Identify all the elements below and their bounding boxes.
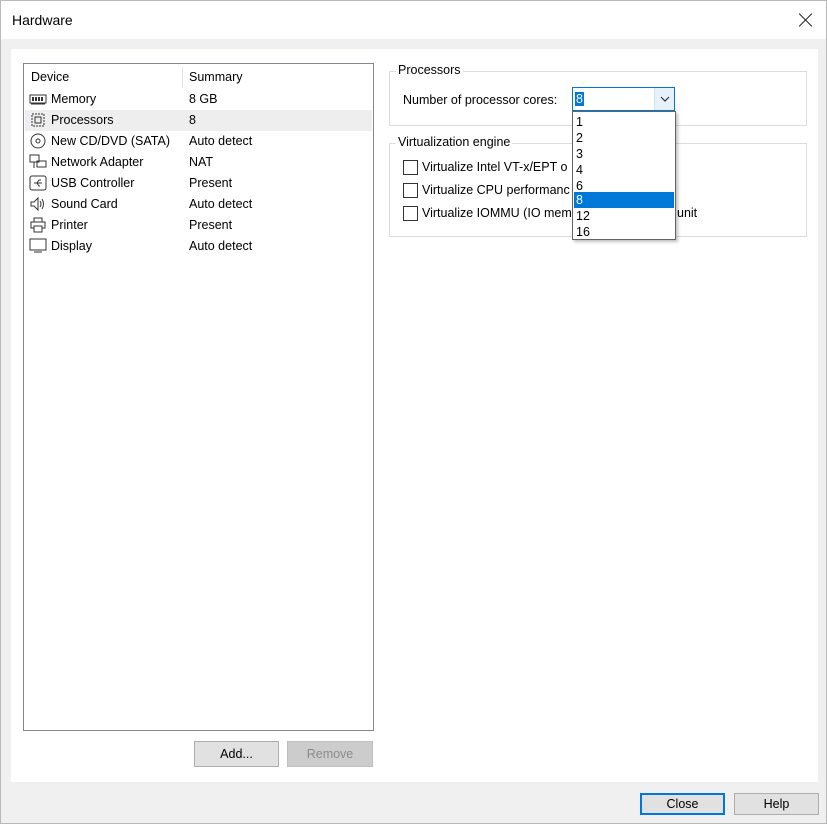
close-button[interactable]: Close	[640, 793, 725, 815]
add-device-button[interactable]: Add...	[194, 741, 279, 767]
virtualization-group-label: Virtualization engine	[396, 135, 513, 149]
device-name: Network Adapter	[51, 155, 144, 169]
device-row-network-adapter[interactable]: Network Adapter NAT	[25, 152, 372, 173]
monitor-icon	[29, 238, 47, 254]
column-header-summary[interactable]: Summary	[189, 70, 242, 84]
device-summary: 8	[189, 113, 196, 127]
device-summary: Present	[189, 218, 233, 232]
device-name: New CD/DVD (SATA)	[51, 134, 170, 148]
device-name: Sound Card	[51, 197, 118, 211]
close-icon[interactable]	[796, 10, 816, 30]
device-summary: Auto detect	[189, 239, 253, 253]
device-row-processors[interactable]: Processors 8	[25, 110, 372, 131]
device-summary: NAT	[189, 155, 214, 169]
device-summary: 8 GB	[189, 92, 218, 106]
cores-option-2[interactable]: 2	[574, 130, 674, 146]
memory-icon	[29, 91, 47, 107]
virtualize-cpu-counters-checkbox[interactable]	[403, 183, 418, 198]
device-list: Device Summary Memory 8 GB Processors 8	[23, 63, 374, 731]
device-summary: Auto detect	[189, 197, 253, 211]
processor-cores-label: Number of processor cores:	[403, 93, 558, 107]
column-separator[interactable]	[182, 67, 183, 88]
device-row-display[interactable]: Display Auto detect	[25, 236, 372, 257]
speaker-icon	[29, 196, 47, 212]
processors-group-label: Processors	[396, 63, 463, 77]
remove-device-button[interactable]: Remove	[287, 741, 373, 767]
device-name: Memory	[51, 92, 97, 106]
virtualize-iommu-checkbox[interactable]	[403, 206, 418, 221]
device-row-cd-dvd[interactable]: New CD/DVD (SATA) Auto detect	[25, 131, 372, 152]
device-name: Printer	[51, 218, 88, 232]
cores-option-12[interactable]: 12	[574, 208, 674, 224]
cd-dvd-icon	[29, 133, 47, 149]
help-button[interactable]: Help	[734, 793, 819, 815]
device-row-usb-controller[interactable]: USB Controller Present	[25, 173, 372, 194]
processor-cores-select[interactable]: 8	[572, 87, 675, 111]
virtualize-iommu-label: Virtualize IOMMU (IO mem	[422, 206, 572, 220]
processor-cores-dropdown: 1 2 3 4 6 8 12 16	[572, 111, 676, 240]
window-title: Hardware	[12, 12, 73, 28]
cores-option-1[interactable]: 1	[574, 114, 674, 130]
title-bar: Hardware	[1, 1, 826, 39]
printer-icon	[29, 217, 47, 233]
usb-icon	[29, 175, 47, 191]
processor-cores-value: 8	[575, 92, 584, 106]
device-summary: Present	[189, 176, 233, 190]
device-name: USB Controller	[51, 176, 135, 190]
virtualize-vtx-checkbox[interactable]	[403, 160, 418, 175]
cores-option-8[interactable]: 8	[574, 192, 674, 208]
processor-icon	[29, 112, 47, 128]
dropdown-button[interactable]	[654, 88, 674, 110]
device-summary: Auto detect	[189, 134, 253, 148]
device-name: Display	[51, 239, 92, 253]
device-row-printer[interactable]: Printer Present	[25, 215, 372, 236]
chevron-down-icon	[660, 96, 670, 102]
cores-option-16[interactable]: 16	[574, 224, 674, 240]
virtualize-iommu-label-tail: unit	[677, 206, 698, 220]
device-name: Processors	[51, 113, 114, 127]
cores-option-3[interactable]: 3	[574, 146, 674, 162]
device-row-memory[interactable]: Memory 8 GB	[25, 89, 372, 110]
column-header-device[interactable]: Device	[31, 70, 69, 84]
cores-option-4[interactable]: 4	[574, 162, 674, 178]
virtualize-vtx-label: Virtualize Intel VT-x/EPT o	[422, 160, 568, 174]
device-row-sound-card[interactable]: Sound Card Auto detect	[25, 194, 372, 215]
network-adapter-icon	[29, 154, 47, 170]
virtualize-cpu-counters-label: Virtualize CPU performanc	[422, 183, 570, 197]
hardware-dialog: Hardware Device Summary Memory 8 GB Proc…	[0, 0, 827, 824]
